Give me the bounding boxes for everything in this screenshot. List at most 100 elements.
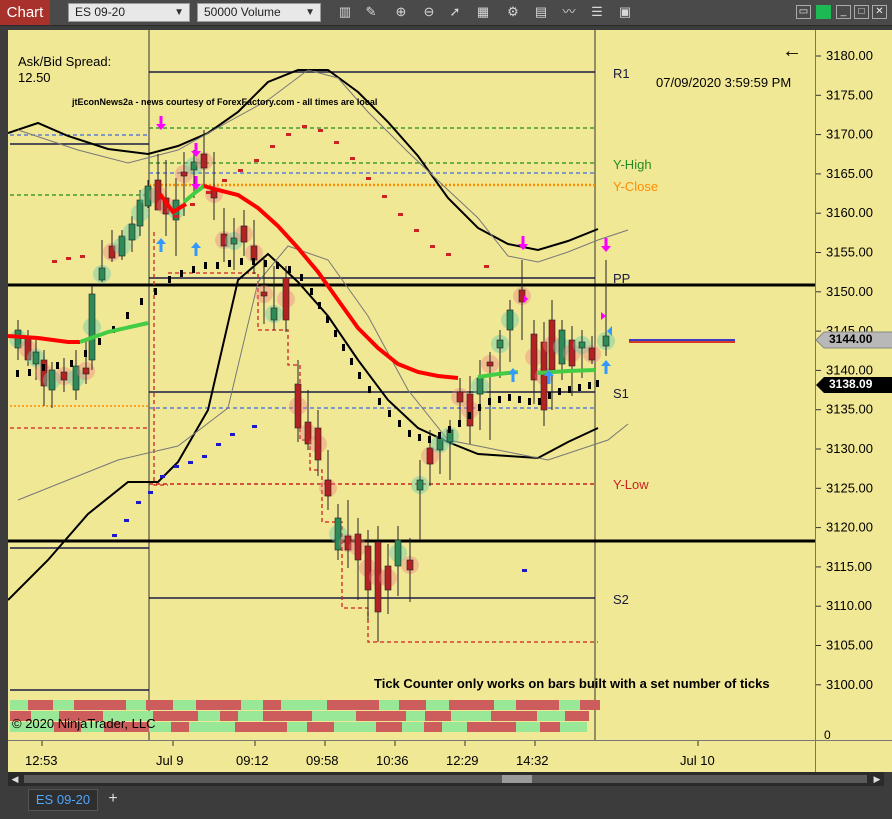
- volume-block: [235, 722, 263, 732]
- candle-body: [496, 339, 504, 349]
- close-icon[interactable]: ✕: [872, 5, 887, 19]
- stop-dot: [230, 433, 235, 436]
- add-tab-button[interactable]: +: [104, 789, 122, 811]
- candle-body: [506, 309, 514, 331]
- down-arrow-icon: [194, 176, 198, 184]
- volume-block: [306, 700, 327, 710]
- scrollbar-track[interactable]: [24, 775, 867, 783]
- stop-dot: [168, 276, 171, 283]
- down-arrow-icon: [159, 116, 163, 124]
- stop-dot: [206, 191, 211, 194]
- instrument-value: ES 09-20: [75, 5, 126, 19]
- tab-es-09-20[interactable]: ES 09-20: [28, 789, 98, 811]
- candle-body: [230, 237, 238, 245]
- candle-body: [270, 307, 278, 321]
- stop-dot: [216, 443, 221, 446]
- volume-block: [560, 722, 587, 732]
- pp-label: PP: [613, 271, 631, 286]
- stop-dot: [430, 245, 435, 248]
- stop-dot: [378, 398, 381, 405]
- time-axis[interactable]: 12:53 Jul 9 09:12 09:58 10:36 12:29 14:3…: [8, 740, 815, 772]
- horizontal-scrollbar[interactable]: ◀ ▶: [8, 772, 884, 786]
- stop-dot: [180, 270, 183, 277]
- price-chart[interactable]: [8, 30, 815, 740]
- chart-panel[interactable]: Ask/Bid Spread: 12.50 jtEconNews2a - new…: [8, 30, 815, 740]
- volume-block: [383, 711, 406, 721]
- candle-body: [364, 545, 372, 591]
- stop-dot: [270, 145, 275, 148]
- stop-dot: [548, 392, 551, 399]
- stop-dot: [446, 253, 451, 256]
- candle-body: [118, 235, 126, 257]
- price-tick-label: 3130.00: [826, 441, 873, 456]
- maximize-icon[interactable]: □: [854, 5, 869, 19]
- volume-block: [580, 700, 600, 710]
- chart-properties-icon[interactable]: ☰: [588, 3, 606, 21]
- indicators-icon[interactable]: ⚙: [504, 3, 522, 21]
- candle-body: [294, 383, 302, 429]
- instrument-selector[interactable]: ES 09-20 ▼: [68, 3, 190, 22]
- scrollbar-thumb[interactable]: [502, 775, 532, 783]
- data-box-icon[interactable]: ▦: [474, 3, 492, 21]
- candle-body: [200, 153, 208, 169]
- bar-type-selector[interactable]: 50000 Volume ▼: [197, 3, 321, 22]
- zoom-in-icon[interactable]: ⊕: [392, 3, 410, 21]
- bar-type-icon[interactable]: ▥: [336, 3, 354, 21]
- volume-block: [171, 722, 189, 732]
- stop-dot: [588, 382, 591, 389]
- restore-icon[interactable]: _: [836, 5, 851, 19]
- volume-block: [537, 711, 565, 721]
- spread-value: 12.50: [18, 70, 51, 85]
- volume-block: [307, 722, 334, 732]
- stop-dot: [240, 258, 243, 265]
- stop-dot: [204, 262, 207, 269]
- drawing-tool-icon[interactable]: ✎: [362, 3, 380, 21]
- stop-dot: [342, 344, 345, 351]
- volume-block: [376, 722, 402, 732]
- down-arrow-icon: [194, 143, 198, 151]
- stop-dot: [174, 465, 179, 468]
- stop-dot: [438, 432, 441, 439]
- time-label: 12:29: [446, 753, 479, 768]
- volume-block: [53, 700, 74, 710]
- stop-dot: [398, 213, 403, 216]
- stop-dot: [42, 364, 45, 371]
- candle-body: [426, 447, 434, 465]
- zoom-out-icon[interactable]: ⊖: [420, 3, 438, 21]
- pointer-icon[interactable]: ➚: [446, 3, 464, 21]
- spread-label: Ask/Bid Spread:: [18, 54, 112, 69]
- stop-dot: [448, 426, 451, 433]
- scroll-left-icon[interactable]: ◀: [8, 772, 22, 786]
- ema-up-line: [537, 368, 596, 375]
- chart-timestamp: 07/09/2020 3:59:59 PM: [656, 75, 792, 90]
- volume-block: [488, 722, 516, 732]
- scroll-right-icon[interactable]: ▶: [870, 772, 884, 786]
- candle-body: [588, 347, 596, 361]
- strategies-icon[interactable]: ▤: [532, 3, 550, 21]
- axis-corner: [815, 740, 892, 772]
- stop-dot: [350, 358, 353, 365]
- volume-block: [491, 711, 516, 721]
- up-arrow-icon: [159, 244, 163, 252]
- chart-window-tab[interactable]: Chart: [0, 0, 50, 25]
- always-on-top-icon[interactable]: [816, 5, 831, 19]
- templates-icon[interactable]: ▣: [616, 3, 634, 21]
- volume-block: [494, 700, 516, 710]
- stop-dot: [408, 430, 411, 437]
- chart-trend-icon[interactable]: 〰: [560, 3, 578, 21]
- chevron-down-icon: ▼: [174, 7, 184, 18]
- up-arrow-icon: [194, 248, 198, 256]
- volume-block: [153, 711, 172, 721]
- candle-body: [602, 335, 610, 347]
- back-arrow-icon[interactable]: ←: [782, 40, 802, 63]
- stop-dot: [252, 258, 255, 265]
- volume-block: [534, 700, 559, 710]
- stop-dot: [16, 370, 19, 377]
- minimize-icon[interactable]: ▭: [796, 5, 811, 19]
- volume-block: [287, 722, 307, 732]
- stop-dot: [388, 410, 391, 417]
- volume-block: [215, 700, 241, 710]
- price-axis[interactable]: 3180.00 3175.00 3170.00 3165.00 3160.00 3155.…: [815, 30, 892, 742]
- stop-dot: [252, 425, 257, 428]
- volume-block: [467, 722, 488, 732]
